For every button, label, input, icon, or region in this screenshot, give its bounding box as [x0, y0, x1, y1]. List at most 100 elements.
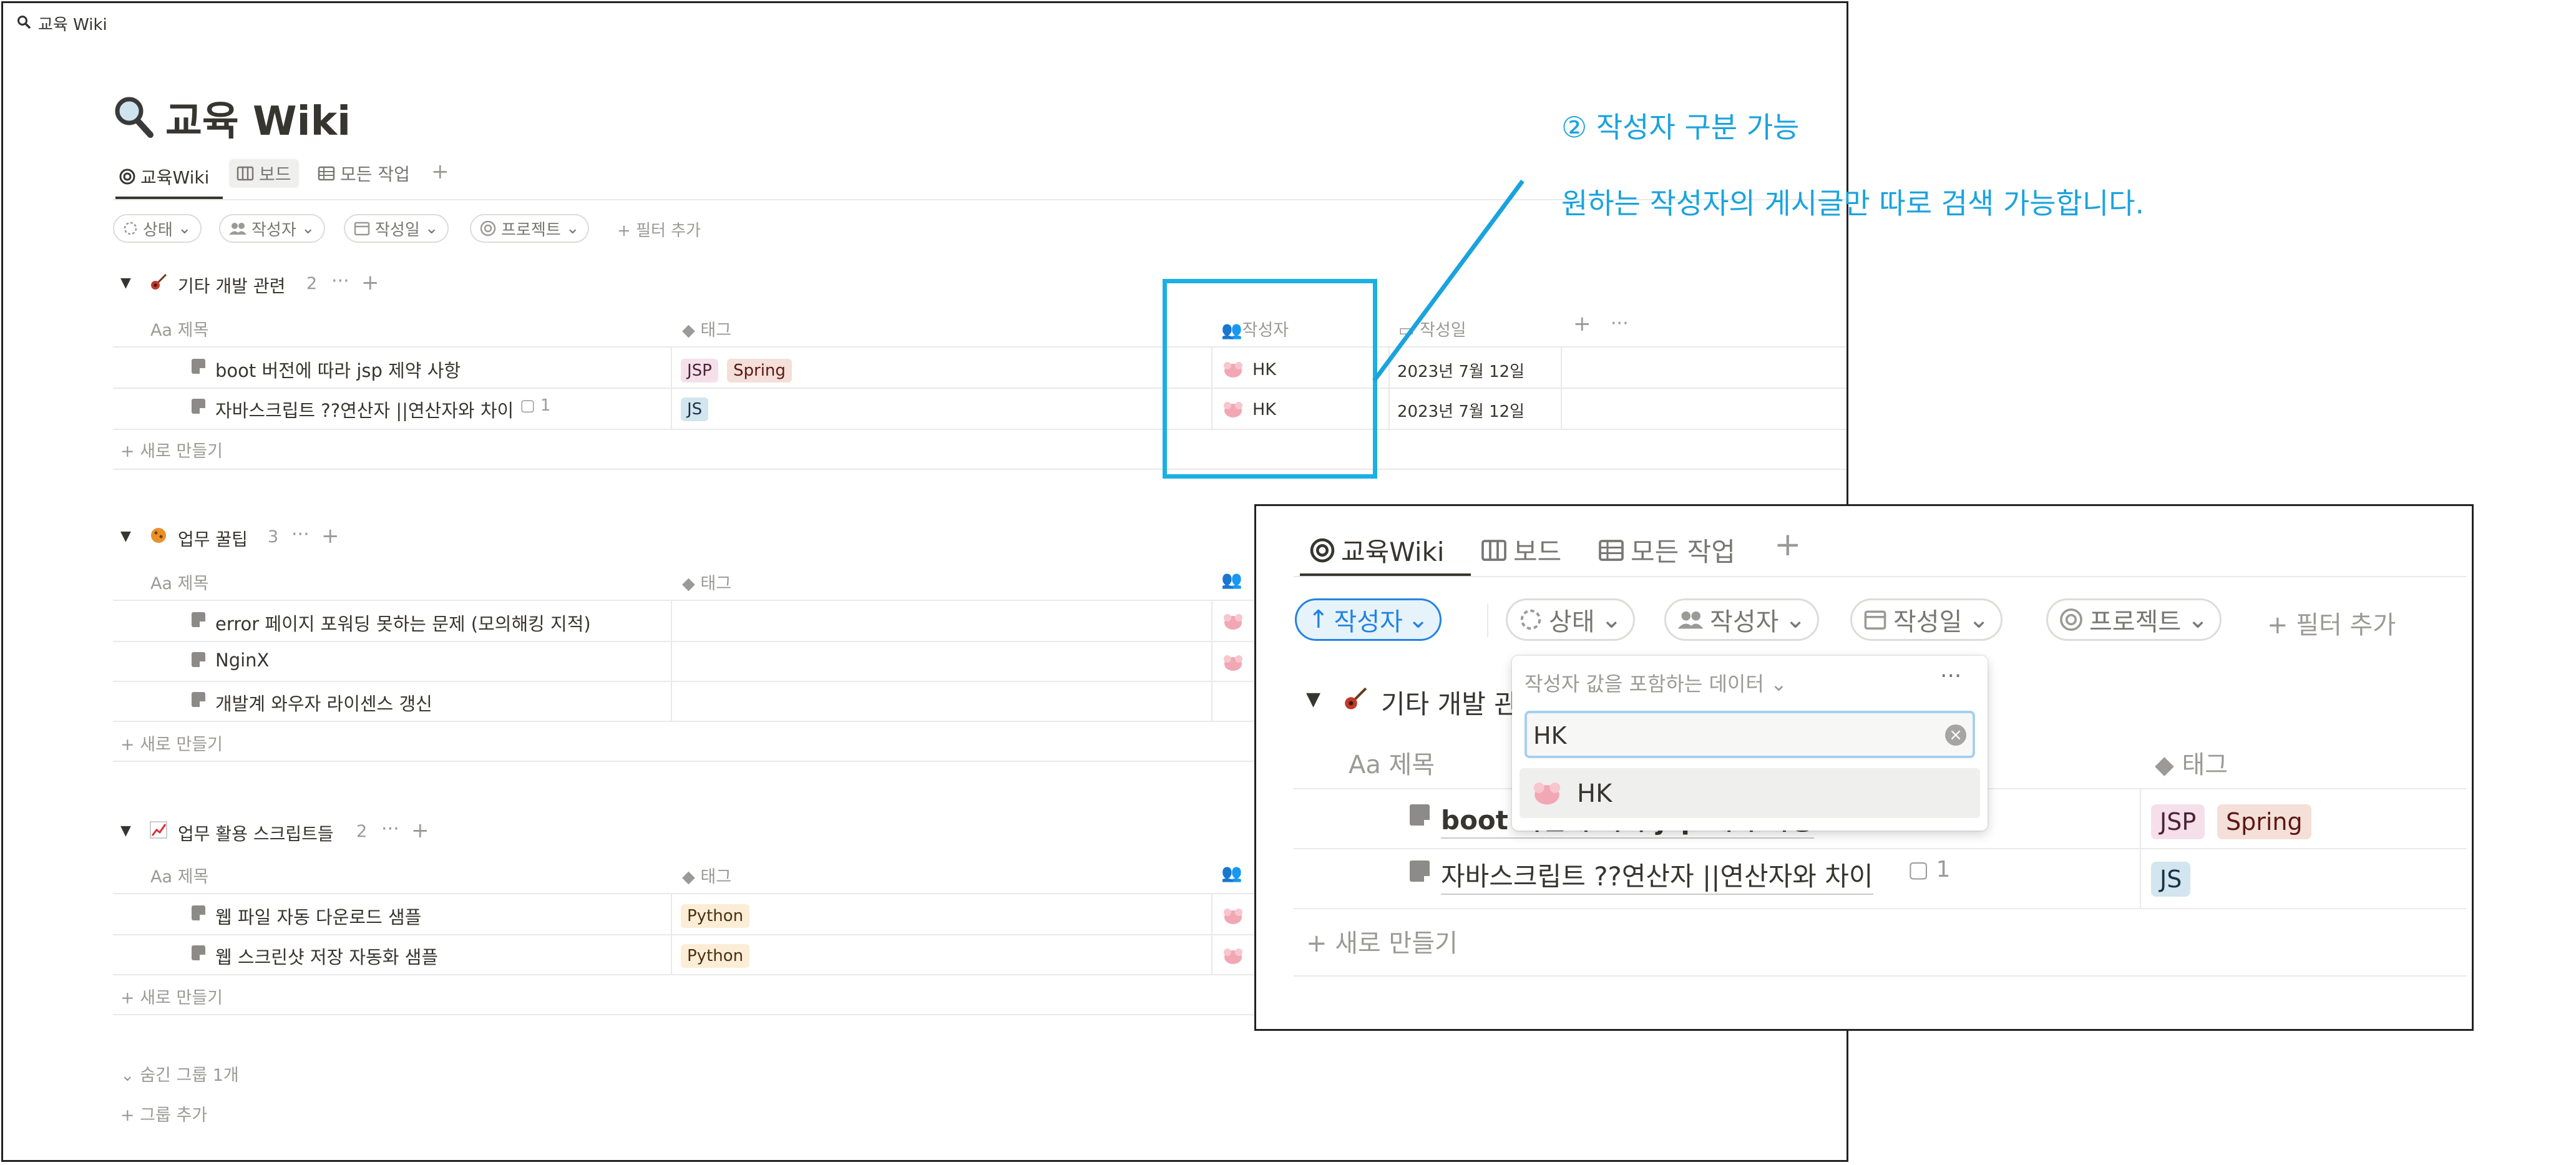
filter-status[interactable]: 상태 ⌄: [1506, 598, 1636, 641]
group-count: 3: [268, 527, 279, 547]
tab-wiki[interactable]: 교육Wiki: [119, 164, 209, 189]
page-icon: [192, 945, 205, 960]
column-title[interactable]: Aa 제목: [150, 863, 208, 887]
filter-status[interactable]: 상태 ⌄: [113, 214, 202, 243]
active-author-filter[interactable]: ↑ 작성자 ⌄: [1295, 598, 1442, 641]
tab-board[interactable]: 보드: [1481, 531, 1561, 569]
hidden-groups-toggle[interactable]: ⌄ 숨긴 그룹 1개: [120, 1061, 239, 1086]
add-filter-button[interactable]: + 필터 추가: [2267, 605, 2396, 641]
tab-label: 보드: [259, 164, 291, 185]
chevron-down-icon: ⌄: [2187, 605, 2208, 634]
dropdown-option[interactable]: HK: [1520, 768, 1980, 818]
add-group-button[interactable]: + 그룹 추가: [120, 1101, 207, 1126]
chevron-down-icon: ⌄: [1601, 605, 1622, 634]
tag-icon: ◆: [2155, 751, 2174, 779]
avatar: [1224, 909, 1242, 924]
table-icon: [1599, 539, 1624, 561]
tag-python: Python: [681, 944, 750, 968]
page-title-block: 교육 Wiki: [113, 89, 351, 147]
page-title: 교육 Wiki: [165, 99, 351, 145]
new-row-button[interactable]: + 새로 만들기: [1306, 923, 1458, 959]
column-title[interactable]: Aa 제목: [150, 316, 208, 341]
board-icon: [237, 166, 254, 181]
filter-project[interactable]: 프로젝트 ⌄: [2046, 598, 2222, 641]
column-tag[interactable]: ◆ 태그: [682, 863, 731, 887]
row-title[interactable]: 웹 스크린샷 저장 자동화 샘플: [215, 943, 438, 969]
target-icon: [2060, 608, 2082, 631]
divider: [1211, 600, 1212, 721]
more-icon[interactable]: ···: [1940, 663, 1961, 689]
divider: [671, 893, 672, 974]
column-tag[interactable]: ◆ 태그: [682, 316, 731, 341]
page-icon: [192, 399, 205, 414]
window-titlebar: 교육 Wiki: [17, 12, 107, 35]
row-title[interactable]: boot 버전에 따라 jsp 제약 사항: [215, 356, 461, 383]
plus-icon[interactable]: +: [321, 524, 339, 548]
tag-spring: Spring: [727, 359, 792, 383]
chevron-down-icon: ⌄: [1968, 605, 1989, 634]
column-tag[interactable]: ◆ 태그: [2155, 744, 2228, 781]
dropdown-condition[interactable]: 작성자 값을 포함하는 데이터 ⌄: [1525, 668, 1787, 697]
annotation-heading: ② 작성자 구분 가능: [1561, 110, 1800, 144]
page-icon: [1410, 804, 1430, 826]
column-tag[interactable]: ◆ 태그: [682, 570, 731, 594]
new-row-button[interactable]: + 새로 만들기: [120, 437, 223, 462]
filter-label: 상태: [1549, 608, 1595, 636]
more-icon[interactable]: ···: [331, 270, 349, 292]
row-title[interactable]: 개발계 와우자 라이센스 갱신: [215, 690, 432, 716]
row-title[interactable]: 자바스크립트 ??연산자 ||연산자와 차이: [1441, 855, 1873, 895]
tab-label: 교육Wiki: [140, 167, 210, 188]
plus-icon[interactable]: +: [411, 818, 429, 843]
page-icon: [192, 905, 205, 920]
tab-all-tasks[interactable]: 모든 작업: [318, 159, 410, 188]
row-date: 2023년 7월 12일: [1397, 402, 1525, 421]
divider: [113, 346, 1847, 348]
filter-created[interactable]: 작성일 ⌄: [1850, 598, 2003, 641]
add-filter-label: 필터 추가: [636, 222, 701, 240]
filter-project[interactable]: 프로젝트 ⌄: [470, 214, 590, 243]
clear-icon[interactable]: ×: [1945, 724, 1966, 746]
avatar: [1224, 655, 1242, 671]
add-view-button[interactable]: +: [1774, 526, 1802, 563]
group-toggle-icon[interactable]: ▼: [1306, 688, 1320, 710]
plus-icon[interactable]: +: [361, 270, 379, 295]
row-title[interactable]: 자바스크립트 ??연산자 ||연산자와 차이: [215, 396, 514, 422]
filter-author[interactable]: 작성자 ⌄: [219, 214, 325, 243]
group-toggle-icon[interactable]: ▼: [120, 823, 131, 839]
add-column-button[interactable]: +: [1573, 311, 1591, 336]
add-view-button[interactable]: +: [431, 159, 449, 184]
annotation-body: 원하는 작성자의 게시글만 따로 검색 가능합니다.: [1561, 187, 2145, 220]
filter-label: 작성일: [1893, 608, 1963, 636]
filter-created[interactable]: 작성일 ⌄: [344, 214, 449, 243]
tab-wiki[interactable]: 교육Wiki: [1310, 531, 1445, 569]
new-row-button[interactable]: + 새로 만들기: [120, 984, 223, 1008]
filter-author[interactable]: 작성자 ⌄: [1664, 598, 1819, 641]
comment-icon: ▢: [520, 396, 535, 415]
comment-count[interactable]: ▢ 1: [1908, 857, 1950, 882]
column-author-icon[interactable]: 👥: [1221, 863, 1242, 883]
more-icon[interactable]: ···: [1611, 313, 1629, 334]
target-icon: [480, 220, 496, 236]
row-title[interactable]: error 페이지 포워딩 못하는 문제 (모의해킹 지적): [215, 610, 591, 636]
column-title[interactable]: Aa 제목: [150, 570, 208, 594]
divider: [1211, 893, 1212, 974]
tab-all-tasks[interactable]: 모든 작업: [1598, 531, 1735, 569]
group-toggle-icon[interactable]: ▼: [120, 529, 131, 544]
guitar-icon: [149, 273, 168, 294]
tab-board[interactable]: 보드: [229, 159, 299, 188]
more-icon[interactable]: ···: [291, 524, 310, 545]
tag-python: Python: [681, 904, 750, 928]
column-title[interactable]: Aa 제목: [1349, 744, 1435, 781]
group-toggle-icon[interactable]: ▼: [120, 275, 131, 291]
new-row-button[interactable]: + 새로 만들기: [120, 731, 223, 755]
row-title[interactable]: NginX: [215, 650, 269, 671]
add-filter-button[interactable]: + 필터 추가: [617, 218, 701, 241]
column-author-icon[interactable]: 👥: [1221, 570, 1242, 590]
page-icon: [192, 692, 205, 707]
author-search-input[interactable]: HK ×: [1525, 711, 1975, 758]
comment-count[interactable]: ▢ 1: [520, 396, 550, 415]
more-icon[interactable]: ···: [381, 818, 399, 840]
plus-icon: +: [120, 988, 135, 1008]
add-filter-label: 필터 추가: [2296, 611, 2396, 640]
row-title[interactable]: 웹 파일 자동 다운로드 샘플: [215, 903, 421, 929]
